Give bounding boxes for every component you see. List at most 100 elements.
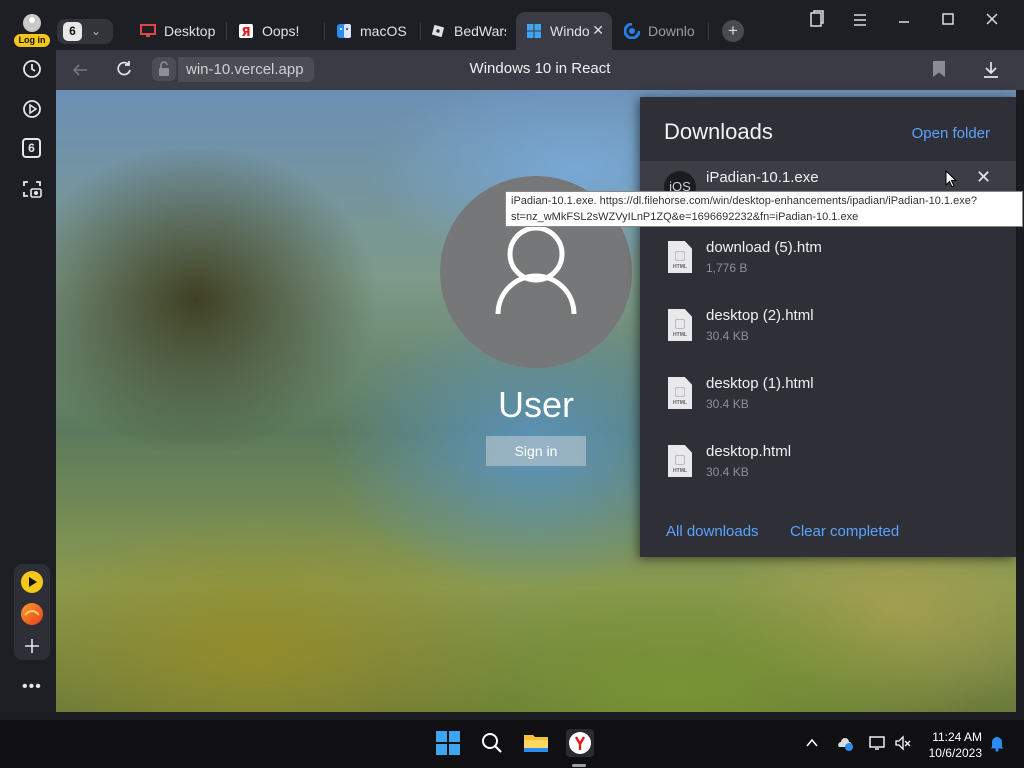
download-filename: download (5).htm	[706, 239, 822, 256]
html-file-icon: HTML	[668, 309, 692, 341]
user-icon	[23, 14, 41, 32]
yandex-icon: Я	[239, 24, 253, 39]
profile-button[interactable]: Log in	[14, 14, 50, 48]
browser-sidebar: 6 •••	[0, 50, 56, 712]
file-explorer-icon[interactable]	[522, 729, 550, 757]
download-filename: desktop (1).html	[706, 375, 814, 392]
monitor-icon	[140, 24, 156, 37]
download-item[interactable]: HTML desktop (2).html 30.4 KB	[640, 299, 1016, 363]
start-windows-icon[interactable]	[434, 729, 462, 757]
tab-label: Downlo	[648, 23, 695, 39]
volume-muted-icon[interactable]	[894, 734, 912, 752]
reload-icon[interactable]	[114, 59, 134, 79]
download-icon[interactable]	[978, 57, 1004, 83]
bookmark-icon[interactable]	[933, 61, 945, 77]
screenshot-icon[interactable]	[20, 177, 44, 201]
html-file-icon: HTML	[668, 445, 692, 477]
downloads-heading: Downloads	[664, 119, 773, 144]
tab-count: 6	[63, 22, 82, 41]
sidebar-tab-count[interactable]: 6	[22, 138, 41, 158]
clock-time: 11:24 AM	[932, 730, 982, 744]
menu-icon[interactable]	[850, 10, 870, 30]
svg-text:Я: Я	[241, 25, 250, 39]
download-url-tooltip: iPadian-10.1.exe. https://dl.filehorse.c…	[505, 191, 1023, 227]
tab-desktop[interactable]: Desktop	[130, 12, 226, 50]
screen: Log in 6 ⌄ Desktop Я Oops! macOS in BedW…	[0, 0, 1024, 768]
yandex-browser-icon[interactable]	[566, 729, 594, 757]
download-filename: desktop (2).html	[706, 307, 814, 324]
play-video-icon[interactable]	[20, 97, 44, 121]
clock-date: 10/6/2023	[928, 746, 982, 760]
downloads-panel: Downloads Open folder iOS iPadian-10.1.e…	[640, 97, 1016, 557]
back-arrow-icon[interactable]	[70, 60, 90, 80]
sign-in-button[interactable]: Sign in	[486, 436, 586, 466]
download-item[interactable]: HTML download (5).htm 1,776 B	[640, 231, 1016, 295]
tooltip-line: iPadian-10.1.exe. https://dl.filehorse.c…	[511, 195, 977, 207]
address-bar: win-10.vercel.app Windows 10 in React	[56, 50, 1024, 90]
download-filename: iPadian-10.1.exe	[706, 169, 819, 186]
search-icon[interactable]	[478, 729, 506, 757]
collections-icon[interactable]	[806, 10, 826, 30]
more-icon[interactable]: •••	[22, 678, 42, 696]
minimize-icon[interactable]	[894, 10, 914, 30]
notification-bell-icon[interactable]	[988, 734, 1006, 752]
download-size: 30.4 KB	[706, 329, 749, 343]
taskbar-clock[interactable]: 11:24 AM 10/6/2023	[929, 729, 982, 761]
finder-icon	[337, 24, 351, 38]
open-folder-link[interactable]: Open folder	[912, 125, 990, 142]
html-file-icon: HTML	[668, 377, 692, 409]
alice-assistant-icon[interactable]	[20, 602, 44, 626]
site-info-button[interactable]	[152, 57, 176, 81]
tab-switcher-button[interactable]: 6 ⌄	[57, 19, 113, 44]
close-tab-icon[interactable]: ✕	[592, 22, 604, 39]
history-icon[interactable]	[20, 57, 44, 81]
mouse-cursor-icon	[945, 170, 957, 188]
download-size: 30.4 KB	[706, 465, 749, 479]
login-username: User	[497, 384, 574, 425]
add-icon[interactable]	[22, 636, 42, 656]
tab-label: BedWars	[454, 23, 506, 39]
sidebar-app-dock	[14, 564, 50, 660]
download-size: 30.4 KB	[706, 397, 749, 411]
download-filename: desktop.html	[706, 443, 792, 460]
chevron-down-icon: ⌄	[91, 24, 102, 38]
clear-completed-link[interactable]: Clear completed	[790, 523, 899, 540]
chevron-up-icon[interactable]	[805, 736, 819, 750]
tab-bedwars[interactable]: BedWars	[422, 12, 516, 50]
maximize-icon[interactable]	[938, 10, 958, 30]
unlock-icon	[159, 61, 169, 76]
tab-divider	[324, 22, 325, 40]
tab-divider	[420, 22, 421, 40]
tab-label: Oops!	[262, 23, 300, 39]
windows-icon	[527, 24, 541, 38]
download-item[interactable]: HTML desktop.html 30.4 KB	[640, 435, 1016, 499]
tab-macos[interactable]: macOS in	[326, 12, 420, 50]
tab-label: Desktop	[164, 23, 216, 39]
active-app-indicator	[572, 764, 586, 767]
tab-divider	[708, 22, 709, 40]
music-player-icon[interactable]	[20, 570, 44, 594]
onedrive-icon[interactable]	[836, 734, 854, 752]
tab-downloads[interactable]: Downlo	[614, 12, 708, 50]
filehorse-icon	[624, 23, 640, 39]
all-downloads-link[interactable]: All downloads	[666, 523, 759, 540]
login-badge: Log in	[14, 34, 50, 47]
tab-windows-active[interactable]: Windo ✕	[516, 12, 612, 50]
remove-download-icon[interactable]: ✕	[976, 167, 991, 188]
network-icon[interactable]	[868, 734, 886, 752]
tab-divider	[226, 22, 227, 40]
download-item[interactable]: HTML desktop (1).html 30.4 KB	[640, 367, 1016, 431]
new-tab-button[interactable]: +	[722, 20, 744, 42]
html-file-icon: HTML	[668, 241, 692, 273]
tab-label: macOS in	[360, 23, 410, 39]
browser-tabstrip: Log in 6 ⌄ Desktop Я Oops! macOS in BedW…	[0, 0, 1024, 50]
window-close-icon[interactable]	[982, 10, 1002, 30]
user-silhouette-icon	[495, 225, 577, 315]
tab-label: Windo	[550, 23, 590, 39]
roblox-icon	[431, 24, 445, 38]
tab-oops[interactable]: Я Oops!	[228, 12, 324, 50]
url-field[interactable]: win-10.vercel.app	[178, 57, 314, 82]
download-size: 1,776 B	[706, 261, 748, 275]
windows-taskbar: 11:24 AM 10/6/2023	[0, 720, 1024, 768]
tooltip-line: st=nz_wMkFSL2sWZVyILnP1ZQ&e=1696692232&f…	[511, 211, 859, 223]
